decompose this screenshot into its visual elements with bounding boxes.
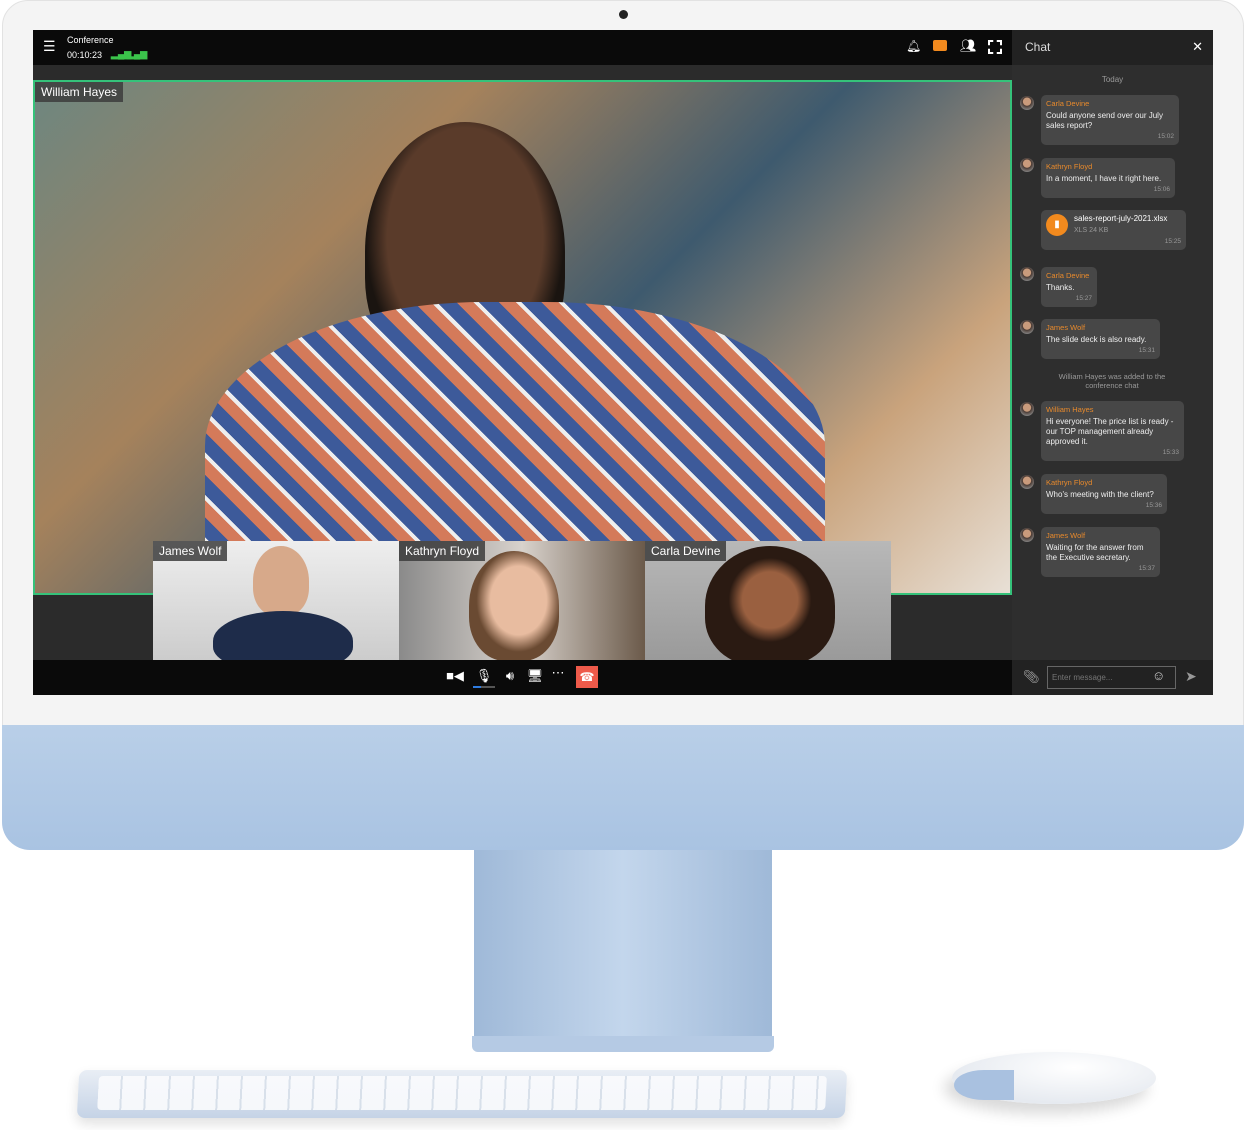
chat-message: James Wolf The slide deck is also ready. 1… [1041, 319, 1160, 359]
participant-name-label: James Wolf [153, 541, 228, 561]
avatar [1020, 475, 1034, 489]
conference-app: ☰ Conference 00:10:23 ▂▄▆ ▂▄▆ 🔔︎ 👥︎ Will… [33, 30, 1213, 695]
chat-header: Chat ✕ [1012, 30, 1213, 65]
microphone-icon[interactable]: 🎙︎ [474, 668, 494, 684]
webcam [619, 10, 628, 19]
send-icon[interactable]: ➤ [1185, 668, 1197, 685]
mic-level-bar [473, 686, 495, 688]
hang-up-button[interactable]: ☎︎ [576, 666, 598, 688]
bell-icon[interactable]: 🔔︎ [906, 39, 921, 53]
keyboard [76, 1070, 848, 1118]
close-icon[interactable]: ✕ [1192, 39, 1203, 55]
more-icon[interactable]: ⋯ [548, 665, 568, 681]
participant-tile-james-wolf[interactable]: James Wolf [153, 541, 399, 660]
chat-message: James Wolf Waiting for the answer from th… [1041, 527, 1160, 577]
avatar [1020, 267, 1034, 281]
chat-message: Carla Devine Thanks. 15:27 [1041, 267, 1097, 307]
file-name[interactable]: sales-report-july-2021.xlsx [1074, 214, 1167, 224]
chat-title: Chat [1025, 40, 1051, 54]
file-icon: ▮ [1046, 214, 1068, 236]
main-speaker-video[interactable]: William Hayes [33, 80, 1012, 622]
chat-input-bar: 📎︎ ☺ ➤ [1012, 660, 1213, 695]
speaker-icon[interactable]: 🔊︎ [500, 668, 520, 684]
participant-tile-carla-devine[interactable]: Carla Devine [645, 541, 891, 660]
call-timer: 00:10:23 [67, 50, 103, 60]
conference-title: Conference [67, 35, 114, 45]
avatar [1020, 96, 1034, 110]
monitor-chin [2, 725, 1244, 850]
avatar [1020, 158, 1034, 172]
monitor-stand-base [472, 1036, 774, 1052]
date-divider: Today [1101, 75, 1124, 84]
mouse [952, 1052, 1156, 1104]
monitor-stand [474, 850, 772, 1040]
participant-tile-kathryn-floyd[interactable]: Kathryn Floyd [399, 541, 645, 660]
avatar [1020, 528, 1034, 542]
chat-message: Kathryn Floyd In a moment, I have it righ… [1041, 158, 1175, 198]
fullscreen-icon[interactable] [988, 40, 1002, 54]
emoji-icon[interactable]: ☺ [1152, 668, 1165, 683]
signal-icon: ▂▄▆ [127, 49, 148, 59]
speaker-name-label: William Hayes [35, 82, 124, 102]
avatar [1020, 320, 1034, 334]
chat-message: Kathryn Floyd Who's meeting with the clie… [1041, 474, 1167, 514]
participants-icon[interactable]: 👥︎ [960, 38, 977, 54]
participant-name-label: Carla Devine [645, 541, 727, 561]
screen-share-icon[interactable]: 🖥︎ [525, 668, 545, 684]
camera-icon[interactable]: ■◀ [445, 668, 465, 684]
hang-up-icon: ☎︎ [579, 670, 595, 684]
avatar [1020, 402, 1034, 416]
attach-icon[interactable]: 📎︎ [1023, 669, 1040, 685]
call-controls: ■◀ 🎙︎ 🔊︎ 🖥︎ ⋯ ☎︎ [33, 660, 1012, 695]
chat-message: William Hayes Hi everyone! The price list… [1041, 401, 1184, 461]
top-bar: ☰ Conference 00:10:23 ▂▄▆ ▂▄▆ 🔔︎ 👥︎ [33, 30, 1012, 65]
chat-file-message[interactable]: ▮ sales-report-july-2021.xlsx XLS 24 KB 1… [1041, 210, 1186, 250]
menu-icon[interactable]: ☰ [43, 38, 56, 55]
chat-icon[interactable] [933, 40, 947, 51]
chat-panel: Chat ✕ Today Carla Devine Could anyone se… [1012, 30, 1213, 695]
participant-name-label: Kathryn Floyd [399, 541, 486, 561]
system-message: William Hayes was added to the conferenc… [1058, 372, 1166, 390]
chat-message: Carla Devine Could anyone send over our J… [1041, 95, 1179, 145]
